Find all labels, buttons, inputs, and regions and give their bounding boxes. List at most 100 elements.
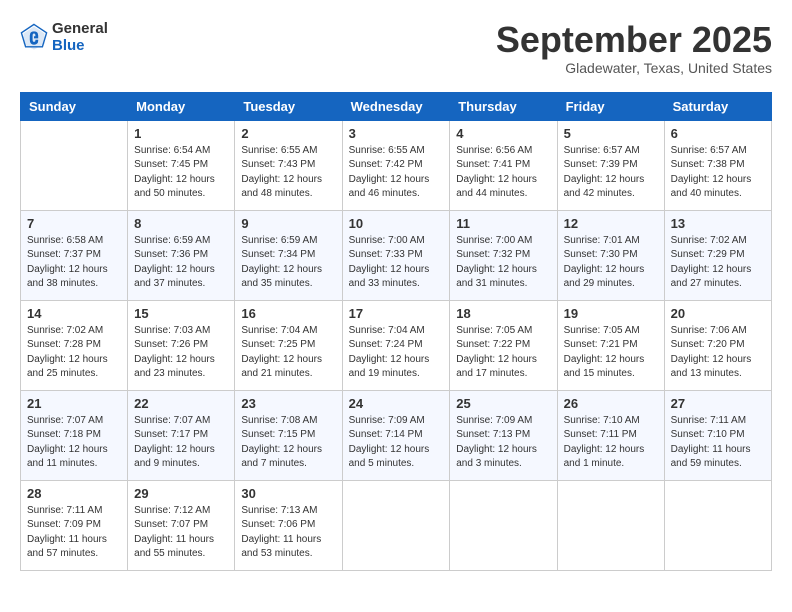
- day-info: Sunrise: 6:55 AMSunset: 7:43 PMDaylight:…: [241, 144, 335, 202]
- calendar-cell: 14Sunrise: 7:02 AMSunset: 7:28 PMDayligh…: [21, 300, 128, 390]
- day-number: 28: [27, 486, 121, 501]
- day-info: Sunrise: 7:12 AMSunset: 7:07 PMDaylight:…: [134, 504, 228, 562]
- calendar-cell: 15Sunrise: 7:03 AMSunset: 7:26 PMDayligh…: [128, 300, 235, 390]
- title-block: September 2025 Gladewater, Texas, United…: [496, 20, 772, 76]
- calendar-cell: 24 Sunrise: 7:09 AMSunset: 7:14 PMDayligh…: [342, 390, 450, 480]
- day-info: Sunrise: 7:04 AMSunset: 7:25 PMDaylight:…: [241, 324, 335, 382]
- calendar-week-row: 28 Sunrise: 7:11 AMSunset: 7:09 PMDayligh…: [21, 480, 772, 570]
- calendar-cell: 1 Sunrise: 6:54 AMSunset: 7:45 PMDaylight…: [128, 120, 235, 210]
- day-info: Sunrise: 7:01 AMSunset: 7:30 PMDaylight:…: [564, 234, 658, 292]
- page-header: General Blue September 2025 Gladewater, …: [20, 20, 772, 76]
- day-info: Sunrise: 6:54 AMSunset: 7:45 PMDaylight:…: [134, 144, 228, 202]
- calendar-cell: 4 Sunrise: 6:56 AMSunset: 7:41 PMDaylight…: [450, 120, 557, 210]
- day-number: 3: [349, 126, 444, 141]
- calendar-cell: 16 Sunrise: 7:04 AMSunset: 7:25 PMDayligh…: [235, 300, 342, 390]
- col-header-monday: Monday: [128, 92, 235, 120]
- day-number: 11: [456, 216, 550, 231]
- day-info: Sunrise: 7:02 AMSunset: 7:29 PMDaylight:…: [671, 234, 765, 292]
- calendar-cell: 18Sunrise: 7:05 AMSunset: 7:22 PMDayligh…: [450, 300, 557, 390]
- calendar-cell: 13 Sunrise: 7:02 AMSunset: 7:29 PMDayligh…: [664, 210, 771, 300]
- col-header-saturday: Saturday: [664, 92, 771, 120]
- day-info: Sunrise: 6:56 AMSunset: 7:41 PMDaylight:…: [456, 144, 550, 202]
- col-header-wednesday: Wednesday: [342, 92, 450, 120]
- day-number: 9: [241, 216, 335, 231]
- calendar-cell: 22 Sunrise: 7:07 AMSunset: 7:17 PMDayligh…: [128, 390, 235, 480]
- calendar-cell: 19Sunrise: 7:05 AMSunset: 7:21 PMDayligh…: [557, 300, 664, 390]
- day-number: 4: [456, 126, 550, 141]
- location: Gladewater, Texas, United States: [496, 60, 772, 76]
- calendar-cell: 30Sunrise: 7:13 AMSunset: 7:06 PMDayligh…: [235, 480, 342, 570]
- day-number: 19: [564, 306, 658, 321]
- day-info: Sunrise: 6:57 AMSunset: 7:39 PMDaylight:…: [564, 144, 658, 202]
- calendar-week-row: 7 Sunrise: 6:58 AMSunset: 7:37 PMDaylight…: [21, 210, 772, 300]
- calendar-cell: [557, 480, 664, 570]
- calendar-week-row: 21 Sunrise: 7:07 AMSunset: 7:18 PMDayligh…: [21, 390, 772, 480]
- day-info: Sunrise: 6:55 AMSunset: 7:42 PMDaylight:…: [349, 144, 444, 202]
- calendar-cell: 17 Sunrise: 7:04 AMSunset: 7:24 PMDayligh…: [342, 300, 450, 390]
- calendar-header-row: SundayMondayTuesdayWednesdayThursdayFrid…: [21, 92, 772, 120]
- day-number: 13: [671, 216, 765, 231]
- day-number: 6: [671, 126, 765, 141]
- col-header-sunday: Sunday: [21, 92, 128, 120]
- day-info: Sunrise: 7:00 AMSunset: 7:33 PMDaylight:…: [349, 234, 444, 292]
- day-number: 15: [134, 306, 228, 321]
- day-info: Sunrise: 6:58 AMSunset: 7:37 PMDaylight:…: [27, 234, 121, 292]
- day-number: 21: [27, 396, 121, 411]
- day-number: 1: [134, 126, 228, 141]
- calendar-cell: 7 Sunrise: 6:58 AMSunset: 7:37 PMDaylight…: [21, 210, 128, 300]
- day-number: 22: [134, 396, 228, 411]
- day-number: 26: [564, 396, 658, 411]
- calendar-cell: 3 Sunrise: 6:55 AMSunset: 7:42 PMDaylight…: [342, 120, 450, 210]
- day-info: Sunrise: 6:57 AMSunset: 7:38 PMDaylight:…: [671, 144, 765, 202]
- day-info: Sunrise: 7:00 AMSunset: 7:32 PMDaylight:…: [456, 234, 550, 292]
- day-number: 12: [564, 216, 658, 231]
- day-number: 29: [134, 486, 228, 501]
- day-info: Sunrise: 6:59 AMSunset: 7:36 PMDaylight:…: [134, 234, 228, 292]
- calendar-cell: [664, 480, 771, 570]
- day-number: 27: [671, 396, 765, 411]
- calendar-cell: 5 Sunrise: 6:57 AMSunset: 7:39 PMDaylight…: [557, 120, 664, 210]
- day-info: Sunrise: 7:11 AMSunset: 7:09 PMDaylight:…: [27, 504, 121, 562]
- day-info: Sunrise: 7:04 AMSunset: 7:24 PMDaylight:…: [349, 324, 444, 382]
- logo-text: General Blue: [52, 20, 108, 54]
- calendar-cell: 10 Sunrise: 7:00 AMSunset: 7:33 PMDayligh…: [342, 210, 450, 300]
- day-info: Sunrise: 7:07 AMSunset: 7:17 PMDaylight:…: [134, 414, 228, 472]
- logo-blue: Blue: [52, 37, 108, 54]
- day-number: 25: [456, 396, 550, 411]
- calendar-cell: 21 Sunrise: 7:07 AMSunset: 7:18 PMDayligh…: [21, 390, 128, 480]
- calendar-table: SundayMondayTuesdayWednesdayThursdayFrid…: [20, 92, 772, 571]
- calendar-cell: 12 Sunrise: 7:01 AMSunset: 7:30 PMDayligh…: [557, 210, 664, 300]
- calendar-cell: 27Sunrise: 7:11 AMSunset: 7:10 PMDayligh…: [664, 390, 771, 480]
- calendar-cell: [342, 480, 450, 570]
- col-header-friday: Friday: [557, 92, 664, 120]
- logo: General Blue: [20, 20, 108, 54]
- day-info: Sunrise: 7:10 AMSunset: 7:11 PMDaylight:…: [564, 414, 658, 472]
- logo-general: General: [52, 20, 108, 37]
- day-number: 24: [349, 396, 444, 411]
- calendar-cell: 23Sunrise: 7:08 AMSunset: 7:15 PMDayligh…: [235, 390, 342, 480]
- day-number: 10: [349, 216, 444, 231]
- day-info: Sunrise: 7:05 AMSunset: 7:22 PMDaylight:…: [456, 324, 550, 382]
- month-title: September 2025: [496, 20, 772, 60]
- day-number: 23: [241, 396, 335, 411]
- day-info: Sunrise: 7:09 AMSunset: 7:13 PMDaylight:…: [456, 414, 550, 472]
- day-info: Sunrise: 7:06 AMSunset: 7:20 PMDaylight:…: [671, 324, 765, 382]
- day-info: Sunrise: 7:09 AMSunset: 7:14 PMDaylight:…: [349, 414, 444, 472]
- day-number: 17: [349, 306, 444, 321]
- day-number: 14: [27, 306, 121, 321]
- day-number: 5: [564, 126, 658, 141]
- calendar-cell: 2 Sunrise: 6:55 AMSunset: 7:43 PMDaylight…: [235, 120, 342, 210]
- calendar-cell: 9 Sunrise: 6:59 AMSunset: 7:34 PMDaylight…: [235, 210, 342, 300]
- day-number: 2: [241, 126, 335, 141]
- day-number: 7: [27, 216, 121, 231]
- col-header-thursday: Thursday: [450, 92, 557, 120]
- day-info: Sunrise: 6:59 AMSunset: 7:34 PMDaylight:…: [241, 234, 335, 292]
- logo-icon: [20, 23, 48, 51]
- calendar-cell: 6 Sunrise: 6:57 AMSunset: 7:38 PMDaylight…: [664, 120, 771, 210]
- calendar-cell: 26 Sunrise: 7:10 AMSunset: 7:11 PMDayligh…: [557, 390, 664, 480]
- calendar-cell: 25 Sunrise: 7:09 AMSunset: 7:13 PMDayligh…: [450, 390, 557, 480]
- day-info: Sunrise: 7:13 AMSunset: 7:06 PMDaylight:…: [241, 504, 335, 562]
- day-info: Sunrise: 7:07 AMSunset: 7:18 PMDaylight:…: [27, 414, 121, 472]
- col-header-tuesday: Tuesday: [235, 92, 342, 120]
- day-number: 16: [241, 306, 335, 321]
